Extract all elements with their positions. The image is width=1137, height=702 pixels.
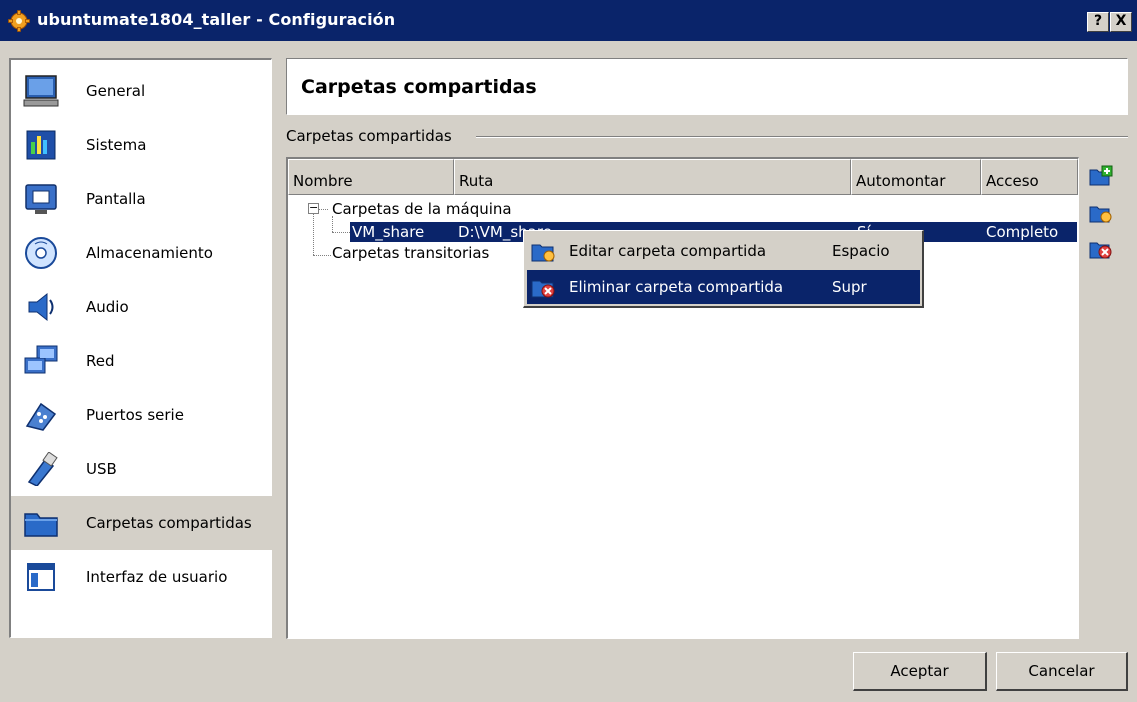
column-header-automontar[interactable]: Automontar [851, 159, 981, 195]
menu-item-shortcut: Espacio [832, 242, 890, 260]
share-access: Completo [986, 223, 1059, 241]
section-label: Carpetas compartidas [286, 127, 452, 145]
sidebar-item-sistema[interactable]: Sistema [11, 118, 272, 172]
add-folder-icon[interactable] [1089, 165, 1113, 187]
tree-group-machine[interactable]: Carpetas de la máquina [332, 200, 512, 218]
close-button[interactable]: X [1110, 12, 1132, 32]
window-title: ubuntumate1804_taller - Configuración [37, 10, 396, 29]
tree-guide [332, 232, 350, 233]
table-header: Nombre Ruta Automontar Acceso [288, 159, 1078, 195]
sidebar-item-label: Sistema [86, 136, 147, 154]
help-button[interactable]: ? [1087, 12, 1109, 32]
tree-group-transient[interactable]: Carpetas transitorias [332, 244, 489, 262]
sidebar-item-label: General [86, 82, 146, 100]
page-title: Carpetas compartidas [301, 76, 537, 98]
tree-guide [313, 211, 314, 255]
sidebar-item-label: Carpetas compartidas [86, 514, 252, 532]
sidebar-item-label: Interfaz de usuario [86, 568, 228, 586]
edit-folder-icon [531, 244, 555, 262]
usb-icon [27, 452, 58, 486]
folder-icon [24, 513, 58, 537]
collapse-toggle[interactable]: − [308, 202, 319, 214]
edit-folder-icon[interactable] [1089, 202, 1113, 224]
tree-guide [313, 255, 331, 256]
cancel-button[interactable]: Cancelar [996, 652, 1128, 691]
share-name: VM_share [352, 223, 425, 241]
sidebar-item-puertos-serie[interactable]: Puertos serie [11, 388, 272, 442]
monitor-icon [23, 75, 59, 107]
context-menu: Editar carpeta compartida Espacio Elimin… [523, 230, 924, 308]
title-bar: ubuntumate1804_taller - Configuración ? … [0, 0, 1137, 41]
tree-guide [318, 209, 328, 210]
chip-icon [26, 130, 56, 160]
sidebar-item-label: Pantalla [86, 190, 146, 208]
virtualbox-gear-icon [8, 10, 30, 32]
menu-item-label: Eliminar carpeta compartida [569, 278, 784, 296]
sidebar-item-interfaz-de-usuario[interactable]: Interfaz de usuario [11, 550, 272, 604]
sidebar-item-label: Audio [86, 298, 129, 316]
sidebar-item-label: USB [86, 460, 117, 478]
sidebar-item-usb[interactable]: USB [11, 442, 272, 496]
section-divider [476, 136, 1128, 138]
sidebar-item-almacenamiento[interactable]: Almacenamiento [11, 226, 272, 280]
remove-folder-icon[interactable] [1089, 238, 1113, 260]
display-icon [25, 184, 57, 214]
settings-category-list: General Sistema Pantalla Almacenamiento [9, 58, 272, 638]
ui-window-icon [27, 563, 55, 591]
sidebar-item-red[interactable]: Red [11, 334, 272, 388]
sidebar-item-label: Puertos serie [86, 406, 184, 424]
column-header-nombre[interactable]: Nombre [288, 159, 454, 195]
sidebar-item-pantalla[interactable]: Pantalla [11, 172, 272, 226]
menu-item-label: Editar carpeta compartida [569, 242, 767, 260]
sidebar-item-label: Almacenamiento [86, 244, 213, 262]
column-header-acceso[interactable]: Acceso [981, 159, 1078, 195]
sidebar-item-carpetas-compartidas[interactable]: Carpetas compartidas [11, 496, 272, 550]
serial-port-icon [25, 402, 57, 431]
column-header-ruta[interactable]: Ruta [454, 159, 851, 195]
sidebar-item-audio[interactable]: Audio [11, 280, 272, 334]
menu-item-shortcut: Supr [832, 278, 867, 296]
speaker-icon [28, 292, 54, 322]
sidebar-item-general[interactable]: General [11, 64, 272, 118]
menu-item-remove-shared-folder[interactable]: Eliminar carpeta compartida Supr [527, 270, 920, 304]
network-icon [24, 345, 58, 374]
menu-item-edit-shared-folder[interactable]: Editar carpeta compartida Espacio [527, 234, 920, 268]
tree-guide [332, 216, 333, 232]
ok-button[interactable]: Aceptar [853, 652, 987, 691]
remove-folder-icon [531, 280, 555, 298]
disk-icon [25, 237, 57, 269]
sidebar-item-label: Red [86, 352, 115, 370]
page-header: Carpetas compartidas [286, 58, 1128, 115]
